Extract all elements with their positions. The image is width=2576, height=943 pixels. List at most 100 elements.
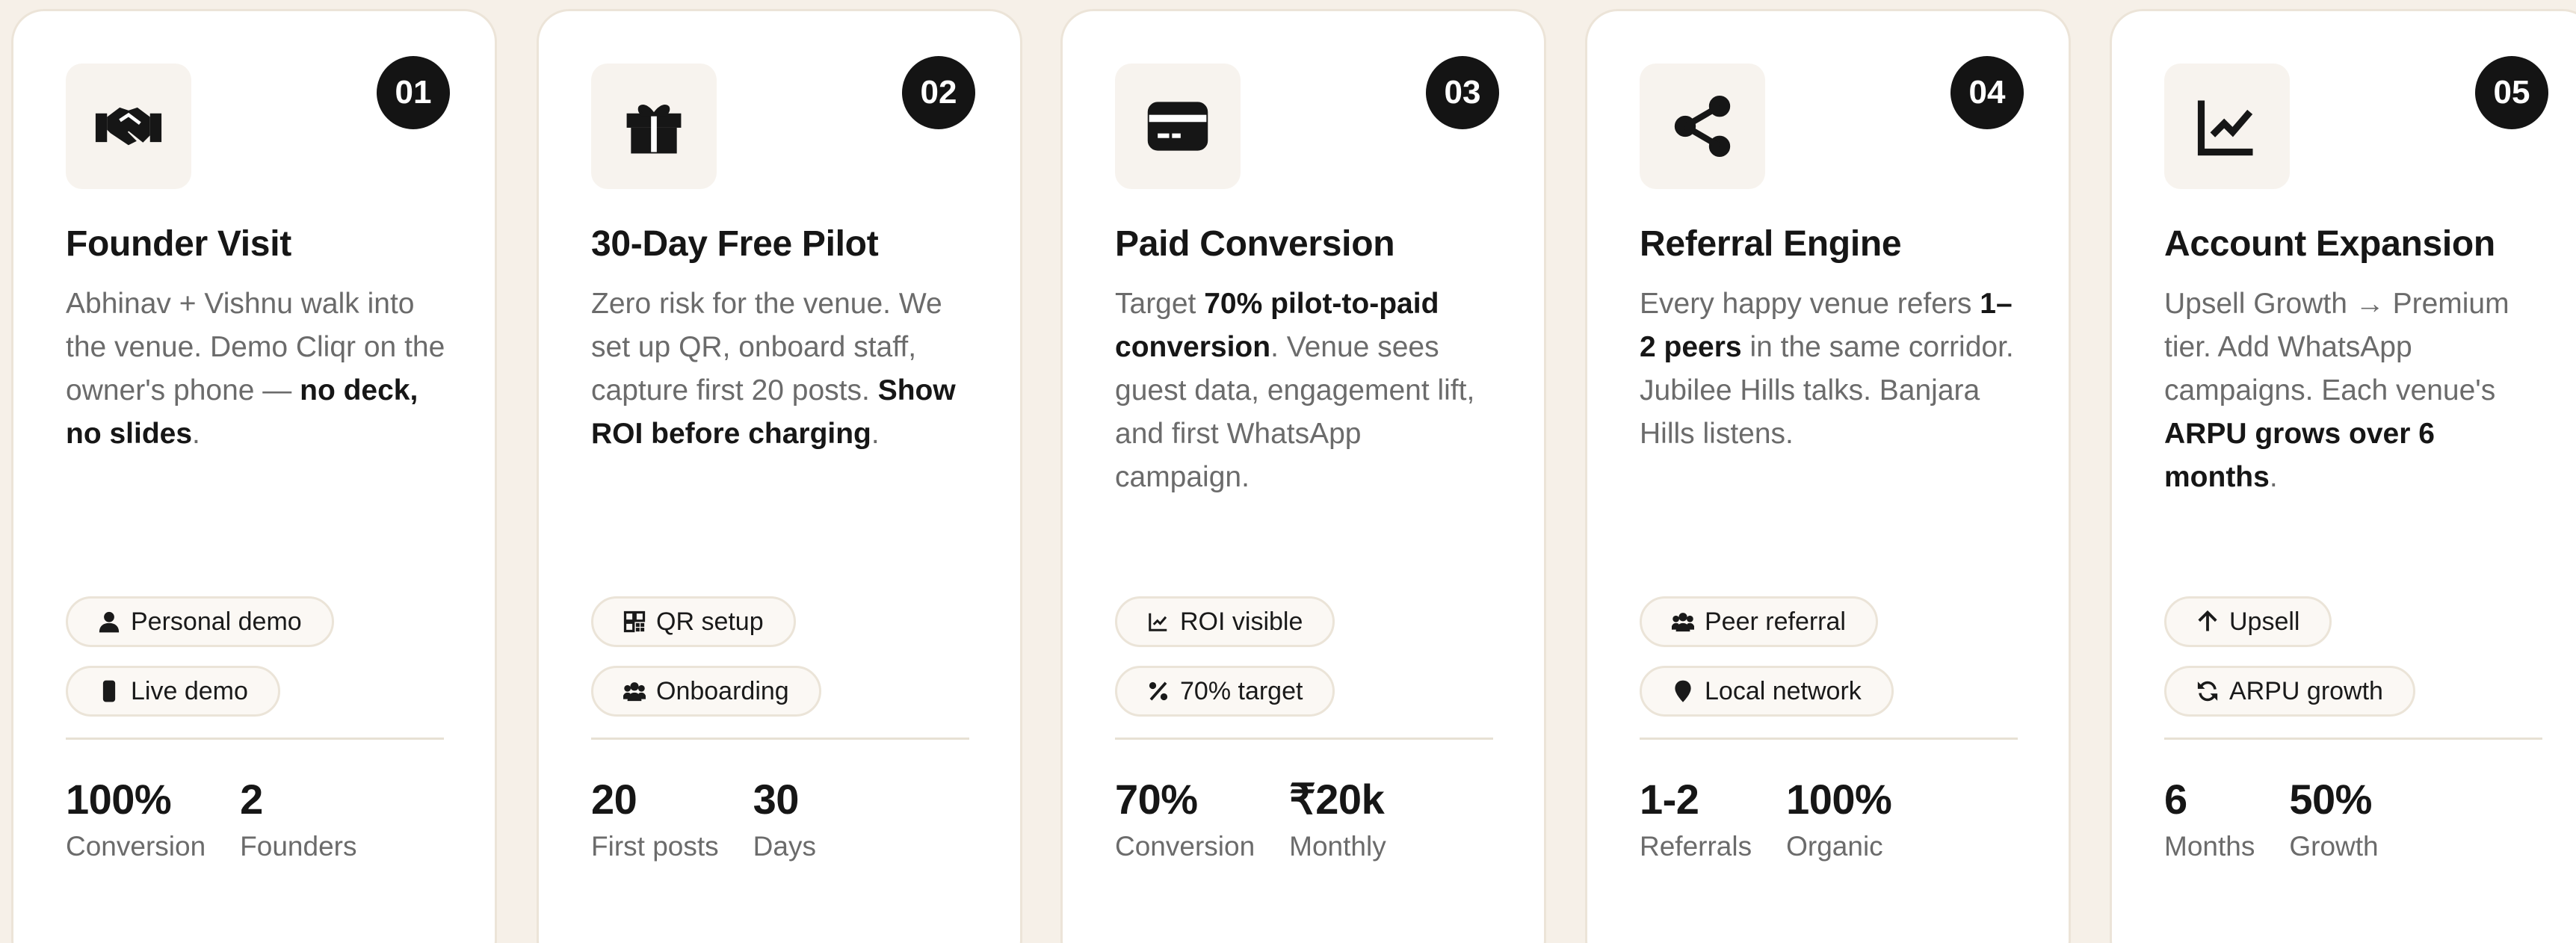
tag-chip: ROI visible (1115, 596, 1335, 647)
stat-value: 50% (2289, 776, 2372, 823)
tag-chip: Local network (1640, 666, 1894, 717)
stats-row: 70% Conversion ₹20k Monthly (1115, 776, 1492, 862)
tag-list: Personal demo Live demo (66, 596, 442, 717)
stat: 70% Conversion (1115, 776, 1255, 862)
refresh-icon (2196, 680, 2219, 702)
percent-icon (1147, 680, 1170, 702)
tag-label: Live demo (131, 676, 248, 705)
tag-chip: Peer referral (1640, 596, 1878, 647)
stat-value: 100% (1786, 776, 1892, 823)
card-title: Account Expansion (2164, 224, 2495, 264)
card-title: 30-Day Free Pilot (591, 224, 879, 264)
tag-label: QR setup (656, 607, 764, 636)
share-icon (1640, 64, 1765, 189)
tag-label: Upsell (2229, 607, 2300, 636)
card-title: Referral Engine (1640, 224, 1902, 264)
card-description: Abhinav + Vishnu walk into the venue. De… (66, 282, 454, 596)
stat: 100% Conversion (66, 776, 206, 862)
tag-list: QR setup Onboarding (591, 596, 968, 717)
divider (2164, 738, 2542, 740)
stat: 6 Months (2164, 776, 2255, 862)
stat-value: ₹20k (1289, 776, 1385, 823)
stat-label: Conversion (66, 831, 206, 862)
stat-label: Monthly (1289, 831, 1386, 862)
tag-label: 70% target (1180, 676, 1303, 705)
stat: 1-2 Referrals (1640, 776, 1752, 862)
card-description: Zero risk for the venue. We set up QR, o… (591, 282, 980, 596)
arrow-up-icon (2196, 610, 2219, 633)
description-highlight: ARPU grows over 6 months (2164, 418, 2435, 493)
stat-label: Growth (2289, 831, 2379, 862)
tag-list: Peer referral Local network (1640, 596, 2016, 717)
stat-value: 2 (240, 776, 263, 823)
line-chart-icon (2164, 64, 2290, 189)
step-number-badge: 02 (902, 56, 975, 129)
step-card: 05 Account Expansion Upsell Growth → Premi… (2110, 9, 2576, 943)
tag-label: Peer referral (1705, 607, 1846, 636)
divider (1115, 738, 1493, 740)
stat-value: 30 (753, 776, 800, 823)
step-card: 04 Referral Engine Every happy venue refer… (1585, 9, 2071, 943)
tag-label: Personal demo (131, 607, 302, 636)
tag-chip: Onboarding (591, 666, 821, 717)
card-description: Upsell Growth → Premium tier. Add WhatsA… (2164, 282, 2553, 596)
stat-value: 20 (591, 776, 637, 823)
stat-label: Founders (240, 831, 357, 862)
step-number-badge: 04 (1950, 56, 2024, 129)
card-title: Paid Conversion (1115, 224, 1395, 264)
tag-chip: Live demo (66, 666, 280, 717)
tag-chip: Personal demo (66, 596, 334, 647)
stat: 100% Organic (1786, 776, 1892, 862)
tag-label: ROI visible (1180, 607, 1303, 636)
gift-icon (591, 64, 717, 189)
stat: ₹20k Monthly (1289, 776, 1386, 862)
divider (1640, 738, 2018, 740)
tag-chip: Upsell (2164, 596, 2332, 647)
step-number-badge: 01 (377, 56, 450, 129)
stat-value: 6 (2164, 776, 2187, 823)
description-text: . (871, 418, 880, 450)
divider (66, 738, 444, 740)
stats-row: 20 First posts 30 Days (591, 776, 968, 862)
tag-chip: 70% target (1115, 666, 1335, 717)
description-text: Upsell Growth → Premium tier. Add WhatsA… (2164, 288, 2509, 406)
divider (591, 738, 969, 740)
handshake-icon (66, 64, 191, 189)
step-card: 03 Paid Conversion Target 70% pilot-to-pai… (1060, 9, 1546, 943)
user-icon (98, 610, 120, 633)
phone-icon (98, 680, 120, 702)
step-number-badge: 05 (2475, 56, 2548, 129)
users-icon (1672, 610, 1694, 633)
tag-list: Upsell ARPU growth (2164, 596, 2541, 717)
credit-card-icon (1115, 64, 1241, 189)
stat-value: 100% (66, 776, 172, 823)
steps-row: 01 Founder Visit Abhinav + Vishnu walk int… (0, 0, 2576, 943)
step-number-badge: 03 (1426, 56, 1499, 129)
stat: 2 Founders (240, 776, 356, 862)
step-card: 02 30-Day Free Pilot Zero risk for the ven… (537, 9, 1022, 943)
stat-label: Referrals (1640, 831, 1752, 862)
stat-value: 1-2 (1640, 776, 1699, 823)
tag-label: ARPU growth (2229, 676, 2383, 705)
description-text: . (192, 418, 200, 450)
location-pin-icon (1672, 680, 1694, 702)
description-text: Every happy venue refers (1640, 288, 1980, 320)
step-card: 01 Founder Visit Abhinav + Vishnu walk int… (11, 9, 497, 943)
stats-row: 100% Conversion 2 Founders (66, 776, 442, 862)
stat-value: 70% (1115, 776, 1198, 823)
description-text: . (2269, 461, 2278, 493)
stat-label: First posts (591, 831, 719, 862)
line-chart-icon (1147, 610, 1170, 633)
stat: 30 Days (753, 776, 816, 862)
tag-label: Onboarding (656, 676, 789, 705)
card-description: Every happy venue refers 1–2 peers in th… (1640, 282, 2028, 596)
stat: 50% Growth (2289, 776, 2378, 862)
tag-label: Local network (1705, 676, 1862, 705)
stat-label: Days (753, 831, 816, 862)
stat: 20 First posts (591, 776, 719, 862)
users-icon (623, 680, 646, 702)
tag-chip: QR setup (591, 596, 796, 647)
tag-list: ROI visible 70% target (1115, 596, 1492, 717)
stats-row: 6 Months 50% Growth (2164, 776, 2541, 862)
stat-label: Organic (1786, 831, 1883, 862)
